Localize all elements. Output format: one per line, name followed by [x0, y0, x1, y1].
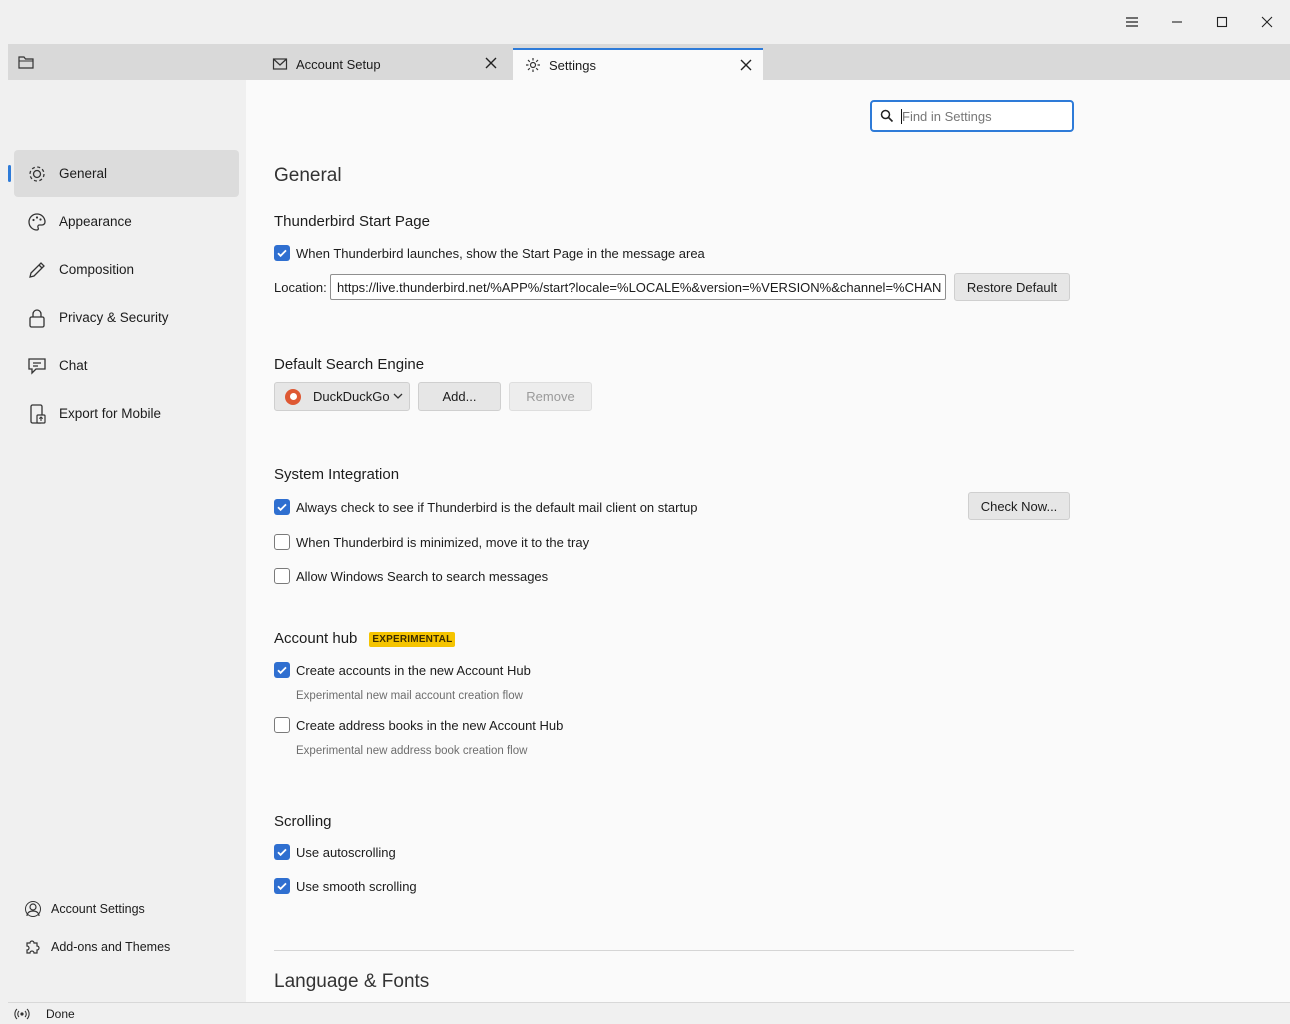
create-address-books-label: Create address books in the new Account … — [296, 717, 564, 733]
palette-icon — [26, 211, 48, 233]
settings-content: General Thunderbird Start Page When Thun… — [246, 80, 1290, 1002]
text-caret — [901, 109, 902, 124]
gear-icon — [525, 57, 541, 73]
account-hub-title: Account hub — [274, 630, 358, 647]
minimize-tray-label: When Thunderbird is minimized, move it t… — [296, 534, 590, 550]
restore-default-button[interactable]: Restore Default — [954, 273, 1070, 301]
status-bar: Done — [8, 1002, 1290, 1024]
sidebar-item-privacy-security[interactable]: Privacy & Security — [14, 294, 239, 341]
sidebar-item-label: Export for Mobile — [59, 406, 162, 421]
sidebar-item-label: Appearance — [59, 214, 132, 229]
sidebar-item-appearance[interactable]: Appearance — [14, 198, 239, 245]
default-client-checkbox-row[interactable]: Always check to see if Thunderbird is th… — [274, 497, 698, 517]
account-hub-heading: Account hub EXPERIMENTAL — [274, 630, 456, 647]
tab-close-icon[interactable] — [484, 56, 498, 70]
add-search-engine-button[interactable]: Add... — [418, 382, 501, 411]
language-fonts-heading: Language & Fonts — [274, 971, 430, 992]
checkbox[interactable] — [274, 568, 290, 584]
location-field[interactable]: https://live.thunderbird.net/%APP%/start… — [330, 274, 946, 300]
create-accounts-description: Experimental new mail account creation f… — [296, 690, 523, 702]
checkbox[interactable] — [274, 844, 290, 860]
search-engine-value: DuckDuckGo — [313, 389, 390, 404]
system-integration-heading: System Integration — [274, 466, 400, 483]
sidebar-item-export-mobile[interactable]: Export for Mobile — [14, 390, 239, 437]
search-icon — [880, 109, 894, 123]
folder-icon[interactable] — [18, 55, 34, 69]
sidebar-item-composition[interactable]: Composition — [14, 246, 239, 293]
gear-icon — [26, 163, 48, 185]
chat-icon — [26, 355, 48, 377]
smooth-scrolling-label: Use smooth scrolling — [296, 878, 417, 894]
close-icon[interactable] — [1244, 0, 1290, 44]
footer-link-label: Account Settings — [51, 902, 145, 916]
menu-icon[interactable] — [1109, 0, 1155, 44]
create-address-books-checkbox-row[interactable]: Create address books in the new Account … — [274, 715, 563, 735]
minimize-tray-checkbox-row[interactable]: When Thunderbird is minimized, move it t… — [274, 532, 589, 552]
start-page-checkbox-row[interactable]: When Thunderbird launches, show the Star… — [274, 243, 705, 263]
section-divider — [274, 950, 1074, 951]
maximize-icon[interactable] — [1199, 0, 1245, 44]
tab-label: Settings — [549, 57, 596, 73]
tab-label: Account Setup — [296, 56, 381, 72]
tab-account-setup[interactable]: Account Setup — [260, 48, 508, 80]
page-title: General — [274, 165, 342, 186]
tab-close-icon[interactable] — [739, 58, 753, 72]
minimize-icon[interactable] — [1154, 0, 1200, 44]
create-accounts-label: Create accounts in the new Account Hub — [296, 662, 531, 678]
pencil-icon — [26, 259, 48, 281]
puzzle-icon — [24, 938, 42, 956]
location-label: Location: — [274, 280, 327, 295]
checkbox[interactable] — [274, 499, 290, 515]
search-engine-select[interactable]: DuckDuckGo — [274, 382, 410, 411]
check-now-button[interactable]: Check Now... — [968, 492, 1070, 520]
create-address-books-description: Experimental new address book creation f… — [296, 745, 528, 757]
scrolling-heading: Scrolling — [274, 813, 332, 830]
checkbox[interactable] — [274, 717, 290, 733]
duckduckgo-icon — [285, 388, 301, 405]
sidebar-item-label: General — [59, 166, 108, 181]
smooth-scrolling-checkbox-row[interactable]: Use smooth scrolling — [274, 876, 417, 896]
sidebar-item-label: Chat — [59, 358, 88, 373]
settings-sidebar: General Appearance Composition Privacy &… — [8, 80, 246, 1002]
settings-search[interactable] — [870, 100, 1074, 132]
lock-icon — [26, 307, 48, 329]
tab-settings[interactable]: Settings — [513, 48, 763, 80]
mobile-export-icon — [26, 403, 48, 425]
start-page-heading: Thunderbird Start Page — [274, 213, 430, 230]
experimental-badge: EXPERIMENTAL — [369, 631, 456, 647]
footer-link-label: Add-ons and Themes — [51, 940, 171, 954]
selection-marker — [8, 165, 11, 182]
status-text: Done — [46, 1006, 75, 1021]
sidebar-item-general[interactable]: General — [8, 150, 239, 197]
online-status-icon[interactable] — [14, 1006, 30, 1022]
search-input[interactable] — [902, 108, 1062, 124]
windows-search-label: Allow Windows Search to search messages — [296, 568, 549, 584]
addons-themes-link[interactable]: Add-ons and Themes — [24, 937, 170, 957]
start-page-checkbox-label: When Thunderbird launches, show the Star… — [296, 245, 705, 261]
windows-search-checkbox-row[interactable]: Allow Windows Search to search messages — [274, 566, 548, 586]
checkbox[interactable] — [274, 534, 290, 550]
default-client-label: Always check to see if Thunderbird is th… — [296, 499, 698, 515]
autoscrolling-checkbox-row[interactable]: Use autoscrolling — [274, 842, 396, 862]
autoscrolling-label: Use autoscrolling — [296, 844, 396, 860]
remove-search-engine-button[interactable]: Remove — [509, 382, 592, 411]
search-engine-heading: Default Search Engine — [274, 356, 425, 373]
checkbox[interactable] — [274, 245, 290, 261]
sidebar-item-label: Composition — [59, 262, 135, 277]
sidebar-item-label: Privacy & Security — [59, 310, 169, 325]
envelope-icon — [272, 56, 288, 72]
checkbox[interactable] — [274, 662, 290, 678]
account-settings-link[interactable]: Account Settings — [24, 899, 145, 919]
sidebar-item-chat[interactable]: Chat — [14, 342, 239, 389]
tab-strip: Account Setup Settings — [8, 44, 1290, 80]
account-icon — [24, 900, 42, 918]
create-accounts-checkbox-row[interactable]: Create accounts in the new Account Hub — [274, 660, 531, 680]
checkbox[interactable] — [274, 878, 290, 894]
title-bar — [0, 0, 1290, 44]
chevron-down-icon — [393, 393, 403, 399]
